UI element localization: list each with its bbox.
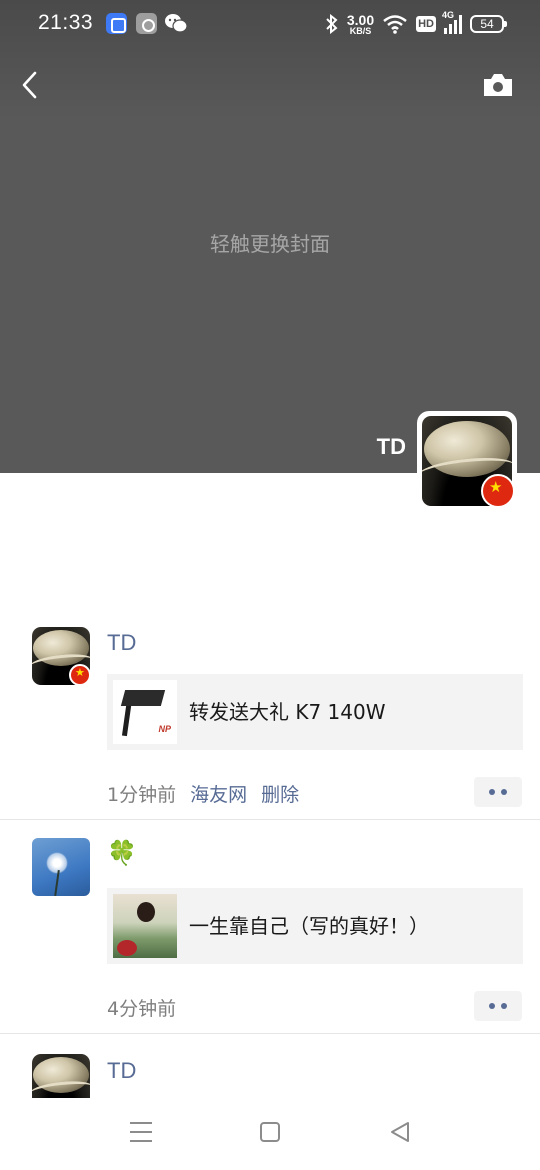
more-actions-button[interactable] xyxy=(474,991,522,1021)
status-bar: 21:33 3.00 KB/S HD 4G 54 xyxy=(0,0,540,48)
dot-icon xyxy=(501,789,507,795)
post-meta: 4分钟前 xyxy=(107,994,176,1021)
post-time: 4分钟前 xyxy=(107,998,177,1020)
post-source[interactable]: 海友网 xyxy=(190,780,247,807)
avatar-image xyxy=(32,838,90,896)
thumb-logo-text: NP xyxy=(158,724,171,734)
home-icon[interactable] xyxy=(260,1122,280,1142)
post-author[interactable]: 🍀 xyxy=(107,839,137,868)
network-type: 4G xyxy=(442,10,455,20)
share-card[interactable]: NP 转发送大礼 K7 140W xyxy=(107,674,523,750)
more-actions-button[interactable] xyxy=(474,777,522,807)
delete-button[interactable]: 删除 xyxy=(261,780,299,807)
profile-name: TD xyxy=(376,434,406,459)
china-flag-icon xyxy=(481,474,515,508)
menu-icon[interactable] xyxy=(130,1122,152,1142)
back-icon[interactable] xyxy=(18,70,44,100)
post-avatar[interactable] xyxy=(32,1054,90,1098)
moments-screen: 21:33 3.00 KB/S HD 4G 54 轻触更换封面 TD ★ ★ T… xyxy=(0,0,540,1170)
navigation-bar xyxy=(0,1098,540,1170)
post-author[interactable]: TD xyxy=(107,630,136,656)
speed-unit: KB/S xyxy=(349,25,372,36)
moment-post: TD NP 转发送大礼 K7 140W 1分钟前 海友网 删除 xyxy=(0,610,540,820)
share-title: 转发送大礼 K7 140W xyxy=(189,700,386,724)
status-right: 3.00 KB/S HD 4G 54 xyxy=(325,10,507,38)
blue-app-icon xyxy=(106,13,127,34)
china-flag-icon xyxy=(69,664,91,686)
network-speed: 3.00 KB/S xyxy=(347,13,374,36)
post-time: 1分钟前 xyxy=(107,784,177,806)
portrait-image xyxy=(113,894,177,958)
moment-post: TD xyxy=(0,1034,540,1098)
dot-icon xyxy=(501,1003,507,1009)
post-author[interactable]: TD xyxy=(107,1058,136,1084)
share-thumbnail xyxy=(113,894,177,958)
avatar-image xyxy=(32,1054,90,1098)
lamp-image: NP xyxy=(113,680,177,744)
dot-icon xyxy=(489,1003,495,1009)
battery-icon: 54 xyxy=(470,15,507,33)
back-triangle-icon[interactable] xyxy=(388,1120,412,1144)
status-time: 21:33 xyxy=(38,11,94,34)
share-title: 一生靠自己（写的真好！） xyxy=(189,914,429,938)
bluetooth-icon xyxy=(326,14,338,34)
cover-image[interactable]: 21:33 3.00 KB/S HD 4G 54 轻触更换封面 TD xyxy=(0,0,540,473)
signal-icon: 4G xyxy=(442,10,462,34)
speed-value: 3.00 xyxy=(346,11,375,28)
post-meta: 1分钟前 海友网 删除 xyxy=(107,780,299,807)
cover-hint[interactable]: 轻触更换封面 xyxy=(0,228,540,257)
post-avatar[interactable] xyxy=(32,838,90,896)
hd-badge: HD xyxy=(416,16,436,32)
share-card[interactable]: 一生靠自己（写的真好！） xyxy=(107,888,523,964)
wechat-icon xyxy=(165,14,188,33)
moment-post: 🍀 一生靠自己（写的真好！） 4分钟前 xyxy=(0,820,540,1034)
camera-icon[interactable] xyxy=(482,72,514,98)
dot-icon xyxy=(489,789,495,795)
wifi-icon xyxy=(383,15,407,34)
gear-app-icon xyxy=(136,13,157,34)
share-thumbnail: NP xyxy=(113,680,177,744)
